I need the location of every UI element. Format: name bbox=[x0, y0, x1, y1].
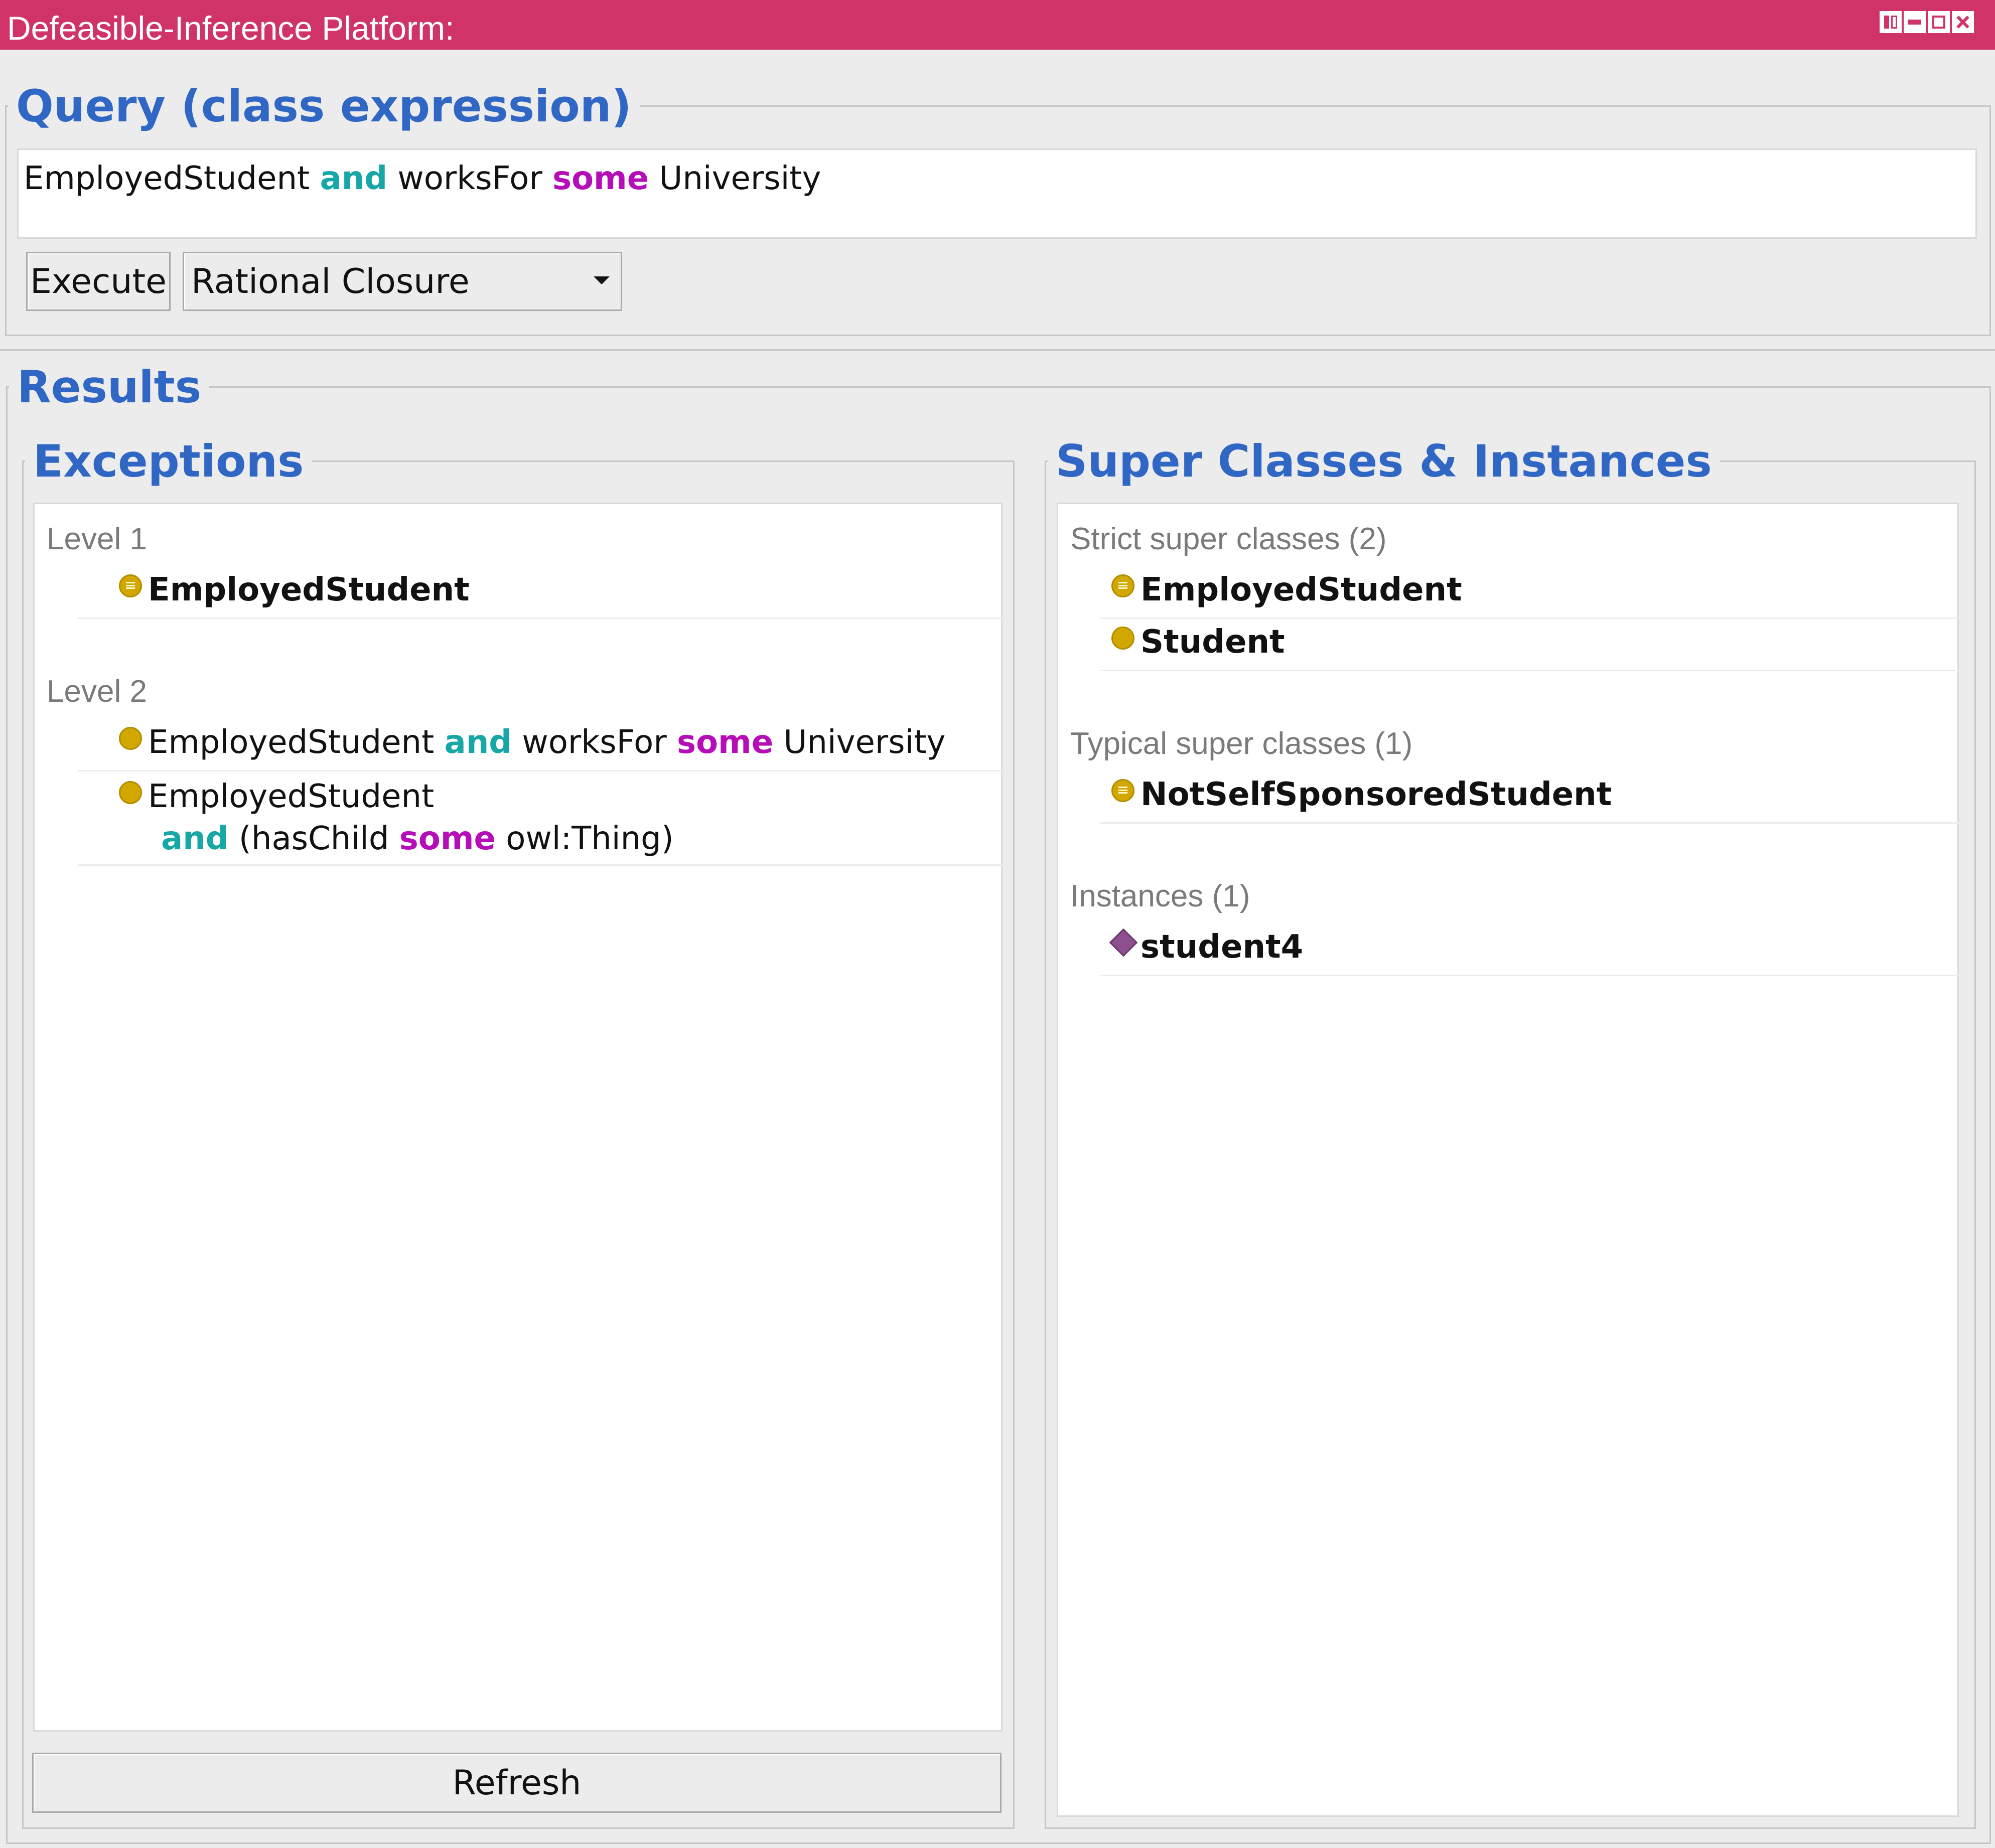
execute-button[interactable]: Execute bbox=[26, 252, 171, 311]
strict-superclasses-label: Strict super classes (2) bbox=[1070, 522, 1387, 556]
typical-superclasses-label: Typical super classes (1) bbox=[1070, 726, 1413, 761]
close-icon[interactable] bbox=[1952, 11, 1974, 33]
defined-class-icon bbox=[119, 574, 142, 597]
token-property: (hasChild bbox=[238, 820, 389, 857]
list-item[interactable]: EmployedStudent and (hasChild some owl:T… bbox=[78, 770, 1004, 866]
list-item-label: NotSelfSponsoredStudent bbox=[1141, 776, 1612, 813]
list-item[interactable]: Student bbox=[1100, 615, 1960, 672]
item-divider bbox=[78, 618, 1004, 619]
class-icon bbox=[119, 727, 142, 750]
list-item-label: EmployedStudent and worksFor some Univer… bbox=[148, 724, 945, 761]
query-input[interactable]: EmployedStudent and worksFor some Univer… bbox=[17, 148, 1977, 239]
list-item-label-line1: EmployedStudent bbox=[148, 778, 435, 815]
superclasses-list: Strict super classes (2) EmployedStudent… bbox=[1057, 503, 1960, 1817]
token-class: EmployedStudent bbox=[148, 724, 435, 761]
query-expression[interactable]: EmployedStudent and worksFor some Univer… bbox=[24, 160, 821, 197]
list-item-label: Student bbox=[1141, 624, 1285, 661]
token-property: worksFor bbox=[522, 724, 667, 761]
reasoner-selected-value: Rational Closure bbox=[191, 261, 470, 301]
section-divider bbox=[0, 349, 1995, 351]
individual-icon bbox=[1109, 928, 1138, 957]
chevron-down-icon[interactable] bbox=[594, 276, 610, 284]
minimize-icon[interactable] bbox=[1904, 11, 1926, 33]
list-item-label: student4 bbox=[1141, 929, 1304, 966]
window-title: Defeasible-Inference Platform: bbox=[7, 10, 455, 47]
list-item-label: EmployedStudent bbox=[1141, 571, 1462, 608]
results-legend: Results bbox=[9, 365, 210, 409]
item-divider bbox=[1100, 670, 1960, 671]
query-keyword-and: and bbox=[320, 160, 388, 197]
query-token-filler: University bbox=[659, 160, 821, 197]
list-item[interactable]: EmployedStudent bbox=[78, 563, 1004, 620]
list-item-label-line2: and (hasChild some owl:Thing) bbox=[161, 820, 674, 857]
refresh-button[interactable]: Refresh bbox=[32, 1753, 1002, 1813]
list-item-label: EmployedStudent bbox=[148, 571, 470, 608]
instances-label: Instances (1) bbox=[1070, 879, 1250, 913]
defined-class-icon bbox=[1111, 779, 1134, 802]
maximize-icon[interactable] bbox=[1928, 11, 1950, 33]
list-item[interactable]: student4 bbox=[1100, 920, 1960, 977]
keyword-and: and bbox=[161, 820, 229, 857]
reasoner-select[interactable]: Rational Closure bbox=[183, 252, 622, 311]
class-icon bbox=[1111, 627, 1134, 650]
item-divider bbox=[1100, 822, 1960, 824]
window-controls bbox=[1880, 11, 1976, 35]
exceptions-list: Level 1 EmployedStudent Level 2 Employed… bbox=[33, 503, 1004, 1732]
token-filler: University bbox=[783, 724, 946, 761]
token-filler: owl:Thing) bbox=[506, 820, 674, 857]
exceptions-legend: Exceptions bbox=[25, 439, 312, 484]
keyword-some: some bbox=[676, 724, 774, 761]
list-item[interactable]: EmployedStudent and worksFor some Univer… bbox=[78, 716, 1004, 772]
level-1-label: Level 1 bbox=[47, 522, 147, 556]
list-item[interactable]: NotSelfSponsoredStudent bbox=[1100, 768, 1960, 824]
defined-class-icon bbox=[1111, 574, 1134, 597]
superclasses-legend: Super Classes & Instances bbox=[1048, 439, 1720, 484]
item-divider bbox=[1100, 975, 1960, 976]
level-2-label: Level 2 bbox=[47, 674, 147, 709]
item-divider bbox=[78, 864, 1004, 866]
panel-layout-icon[interactable] bbox=[1880, 11, 1902, 33]
class-icon bbox=[119, 781, 142, 804]
query-token-property: worksFor bbox=[397, 160, 542, 197]
list-item[interactable]: EmployedStudent bbox=[1100, 563, 1960, 620]
query-token-class: EmployedStudent bbox=[24, 160, 310, 197]
keyword-and: and bbox=[444, 724, 512, 761]
keyword-some: some bbox=[399, 820, 496, 857]
query-keyword-some: some bbox=[552, 160, 649, 197]
query-legend: Query (class expression) bbox=[8, 84, 640, 128]
